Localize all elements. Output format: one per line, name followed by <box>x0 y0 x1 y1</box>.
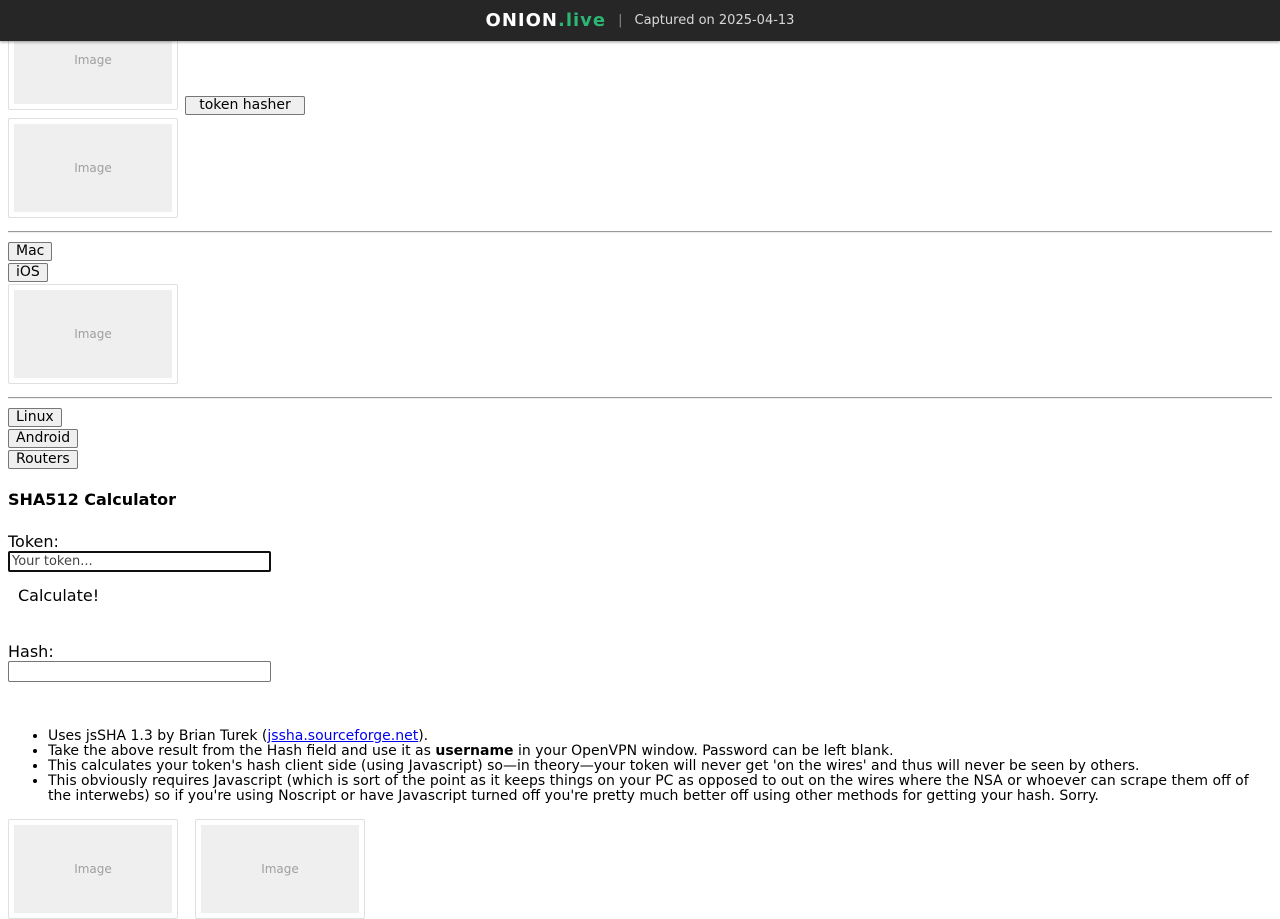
capture-header-bar: ONION.live | Captured on 2025-04-13 <box>0 0 1280 41</box>
list-item: Uses jsSHA 1.3 by Brian Turek (jssha.sou… <box>48 729 1272 744</box>
hash-output-field[interactable] <box>8 661 271 682</box>
brand-main: ONION <box>485 10 558 31</box>
list-item: This calculates your token's hash client… <box>48 759 1272 774</box>
capture-date: Captured on 2025-04-13 <box>634 13 795 28</box>
note-bold-text: username <box>435 743 514 759</box>
divider <box>8 397 1272 399</box>
jssha-link[interactable]: jssha.sourceforge.net <box>267 728 418 744</box>
image-placeholder: Image <box>8 284 178 384</box>
note-text: in your OpenVPN window. Password can be … <box>513 743 894 759</box>
calculator-title: SHA512 Calculator <box>8 490 176 509</box>
note-text: Uses jsSHA 1.3 by Brian Turek ( <box>48 728 268 744</box>
divider <box>8 231 1272 233</box>
image-placeholder: Image <box>8 819 178 919</box>
note-text: ). <box>418 728 429 744</box>
android-button[interactable]: Android <box>8 429 79 448</box>
linux-button[interactable]: Linux <box>8 408 62 427</box>
image-placeholder-label: Image <box>14 124 172 212</box>
note-text: Take the above result from the Hash fiel… <box>48 743 436 759</box>
list-item: Take the above result from the Hash fiel… <box>48 744 1272 759</box>
onion-live-logo[interactable]: ONION.live <box>486 10 607 31</box>
image-placeholder: Image <box>195 819 365 919</box>
image-placeholder-label: Image <box>14 290 172 378</box>
ios-button[interactable]: iOS <box>8 263 48 282</box>
notes-list: Uses jsSHA 1.3 by Brian Turek (jssha.sou… <box>8 729 1272 804</box>
brand-accent: .live <box>557 10 607 31</box>
list-item: This obviously requires Javascript (whic… <box>48 774 1272 804</box>
image-placeholder: Image <box>8 118 178 218</box>
mac-button[interactable]: Mac <box>8 242 53 261</box>
routers-button[interactable]: Routers <box>8 450 78 469</box>
token-hasher-button[interactable]: token hasher <box>185 96 305 115</box>
header-separator: | <box>618 13 623 28</box>
token-input[interactable] <box>8 551 271 572</box>
hash-label: Hash: <box>8 642 54 661</box>
token-label: Token: <box>8 532 59 551</box>
page-content: Image token hasher Image Mac iOS Image L… <box>0 0 1280 919</box>
calculate-button[interactable]: Calculate! <box>8 586 109 605</box>
